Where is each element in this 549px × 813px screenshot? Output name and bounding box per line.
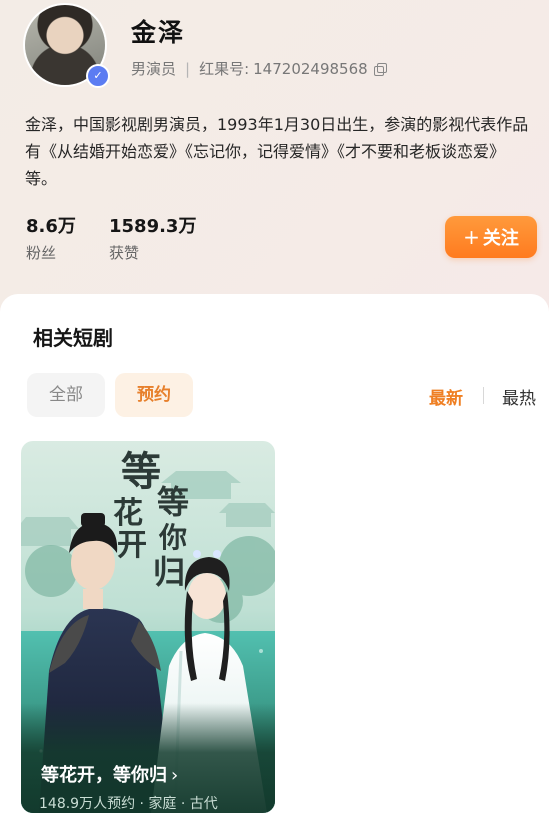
drama-card[interactable]: 等 花 开 等 你 归 等花开，等你归 › 148.9万人预约 · 家庭 · 古…	[21, 441, 275, 813]
drama-title-text: 等花开，等你归	[41, 765, 167, 786]
follow-button-label: 关注	[482, 228, 519, 249]
stat-likes: 1589.3万 获赞	[109, 212, 196, 263]
filter-tab-all[interactable]: 全部	[27, 373, 105, 417]
sort-hottest[interactable]: 最热	[502, 384, 536, 409]
profile-name: 金泽	[131, 18, 186, 47]
sort-latest[interactable]: 最新	[429, 384, 463, 409]
svg-text:你: 你	[158, 521, 187, 554]
chevron-right-icon: ›	[171, 765, 179, 786]
svg-text:归: 归	[153, 553, 185, 591]
stat-likes-label: 获赞	[109, 244, 140, 262]
stat-fans[interactable]: 8.6万 粉丝	[26, 212, 76, 263]
follow-button[interactable]: + 关注	[445, 216, 537, 258]
profile-id-label: 红果号:	[199, 60, 250, 78]
drama-card-subtitle: 148.9万人预约 · 家庭 · 古代	[39, 796, 218, 812]
sort-divider	[483, 387, 484, 404]
meta-divider: |	[185, 59, 191, 78]
plus-icon: +	[463, 225, 480, 249]
svg-text:开: 开	[117, 528, 147, 563]
profile-bio: 金泽，中国影视剧男演员，1993年1月30日出生，参演的影视代表作品有《从结婚开…	[25, 115, 529, 188]
svg-text:等: 等	[121, 448, 161, 495]
profile-header: ✓ 金泽 男演员 | 红果号: 147202498568 金泽，中国影视剧男演员…	[0, 0, 549, 300]
stat-fans-label: 粉丝	[26, 244, 57, 262]
profile-meta: 男演员 | 红果号: 147202498568	[131, 58, 387, 79]
related-dramas-panel: 相关短剧 全部 预约 最新 最热 等 花 开 等 你 归 等花开，等你归 › 1…	[0, 294, 549, 813]
profile-id-value: 147202498568	[253, 59, 368, 78]
stat-likes-value: 1589.3万	[109, 216, 197, 237]
section-title: 相关短剧	[33, 326, 113, 350]
drama-card-title[interactable]: 等花开，等你归 ›	[41, 761, 178, 787]
stat-fans-value: 8.6万	[26, 216, 76, 237]
svg-text:等: 等	[157, 483, 189, 521]
filter-tab-reserve[interactable]: 预约	[115, 373, 193, 417]
profile-role: 男演员	[131, 60, 177, 78]
verified-badge-icon: ✓	[86, 64, 110, 88]
copy-icon[interactable]	[373, 62, 387, 76]
svg-text:花: 花	[113, 496, 143, 531]
